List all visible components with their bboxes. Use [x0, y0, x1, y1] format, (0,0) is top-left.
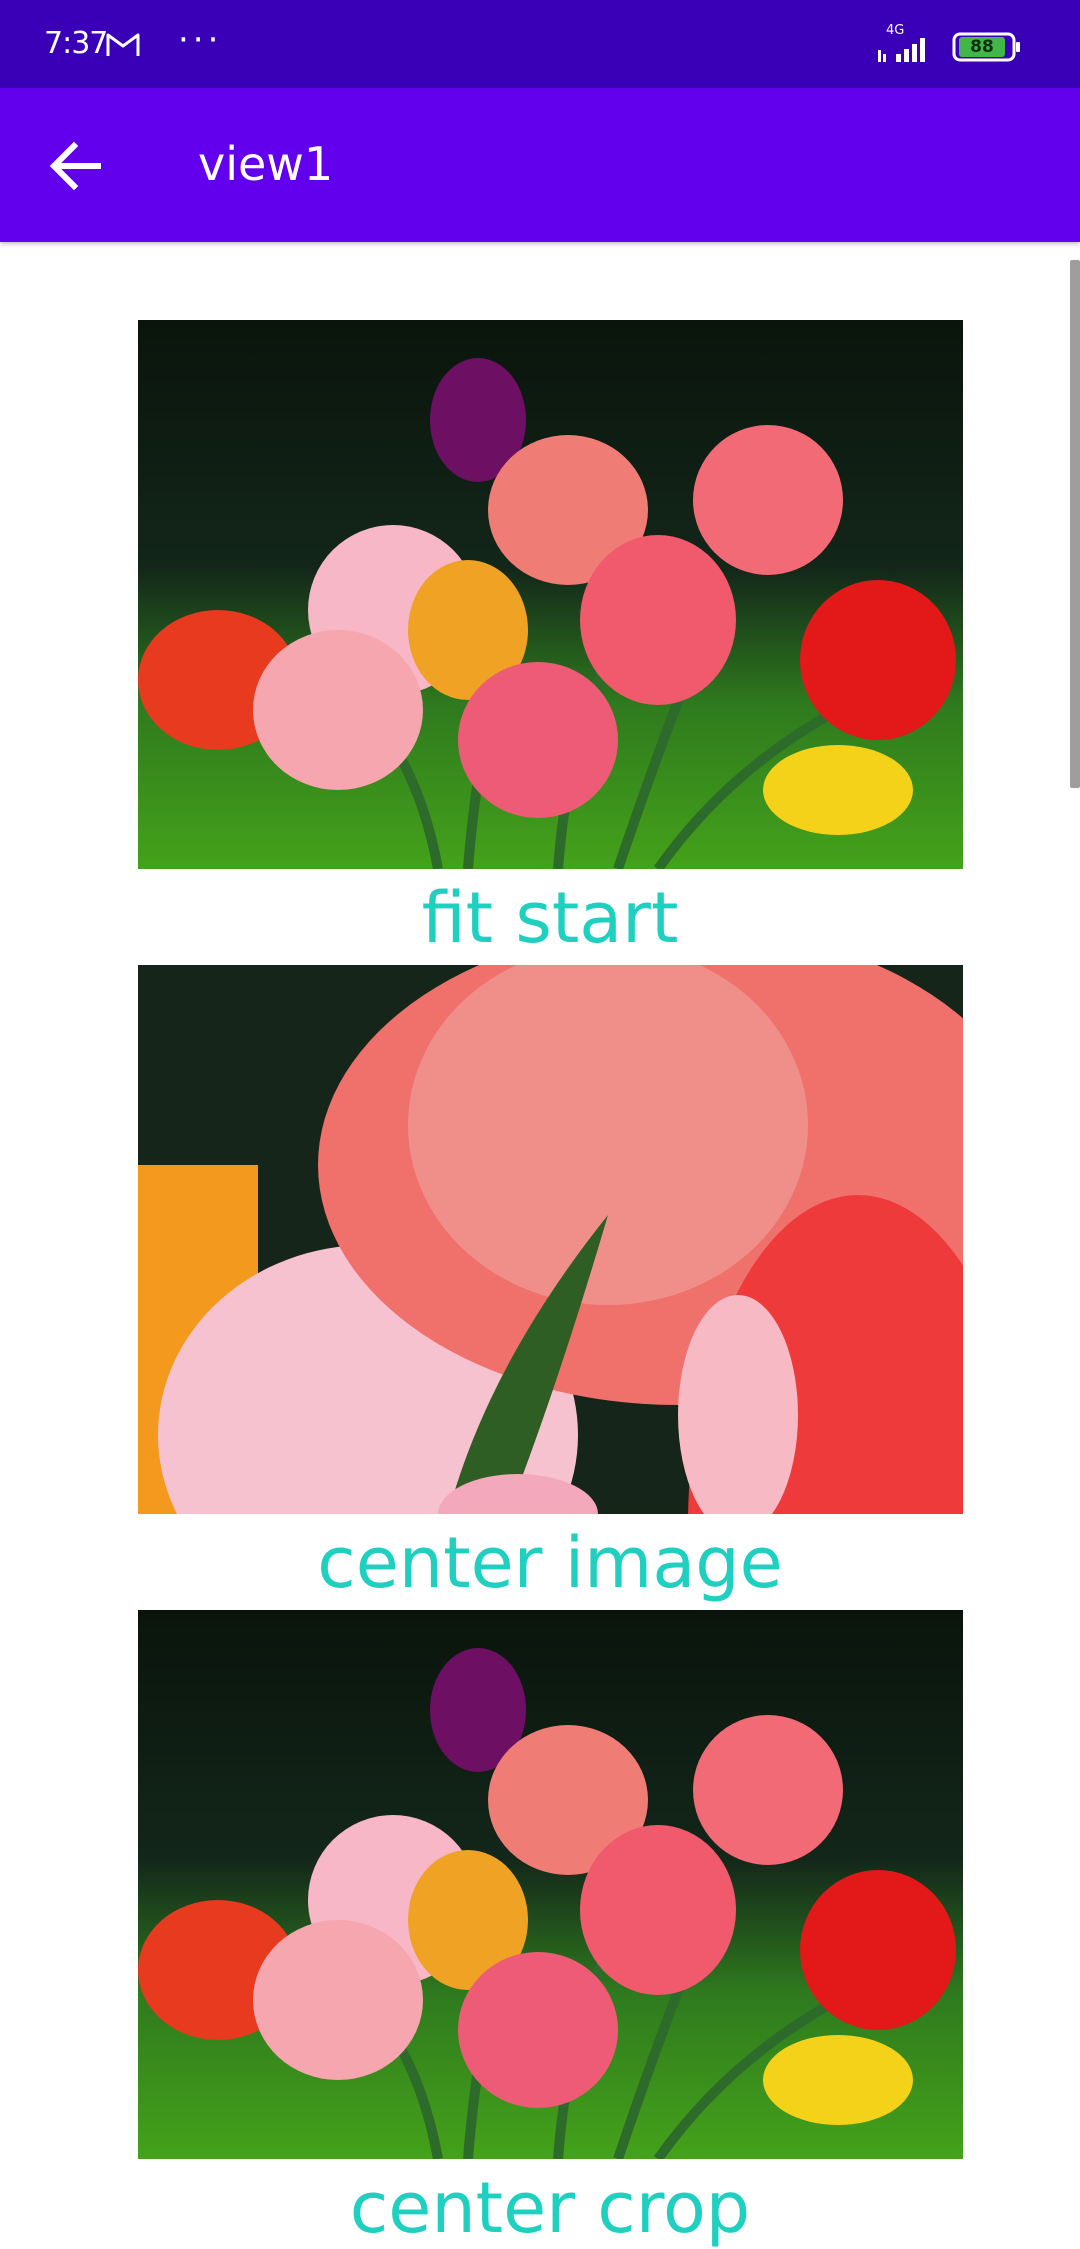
- app-bar: view1: [0, 88, 1080, 242]
- battery-level: 88: [959, 37, 1005, 57]
- more-notifications-icon: ···: [178, 20, 223, 60]
- arrow-back-icon[interactable]: [42, 132, 110, 200]
- page-title: view1: [198, 137, 334, 191]
- caption-fit-start: fit start: [421, 877, 679, 959]
- scrollbar[interactable]: [1070, 260, 1080, 788]
- status-bar: 7:37 ··· 4G 88: [0, 0, 1080, 88]
- tulip-bouquet-image: [138, 320, 963, 869]
- gmail-icon: [106, 33, 140, 56]
- signal-strength-icon: [878, 38, 925, 62]
- status-time: 7:37: [44, 26, 108, 61]
- tulip-bouquet-crop-image: [138, 1610, 963, 2159]
- caption-center-image: center image: [317, 1522, 783, 1604]
- tulip-closeup-image: [138, 965, 963, 1514]
- caption-center-crop: center crop: [349, 2167, 751, 2249]
